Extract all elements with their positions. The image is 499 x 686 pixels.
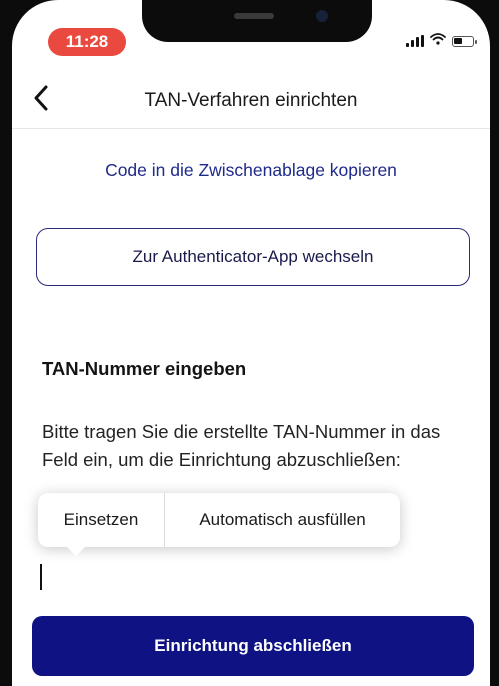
- finish-setup-button[interactable]: Einrichtung abschließen: [32, 616, 474, 676]
- paste-menu-item[interactable]: Einsetzen: [38, 493, 165, 547]
- app-screen: 11:28 TAN-Verfahren einrichten Code in d…: [12, 0, 490, 686]
- edit-context-menu: Einsetzen Automatisch ausfüllen: [38, 493, 400, 556]
- front-camera: [316, 10, 328, 22]
- text-cursor: [40, 564, 42, 590]
- phone-frame: 11:28 TAN-Verfahren einrichten Code in d…: [0, 0, 499, 686]
- tan-input-field[interactable]: [36, 556, 470, 600]
- navigation-bar: TAN-Verfahren einrichten: [12, 72, 490, 129]
- battery-icon: [452, 35, 477, 47]
- speaker-grille: [234, 13, 274, 19]
- status-icons: [406, 32, 477, 50]
- device-notch: [142, 0, 372, 42]
- page-title: TAN-Verfahren einrichten: [144, 90, 358, 111]
- wifi-icon: [430, 32, 446, 50]
- autofill-menu-item[interactable]: Automatisch ausfüllen: [165, 493, 400, 547]
- switch-authenticator-button[interactable]: Zur Authenticator-App wechseln: [36, 228, 470, 286]
- instruction-text: Bitte tragen Sie die erstellte TAN-Numme…: [42, 421, 441, 470]
- menu-pointer: [66, 546, 86, 556]
- section-title: TAN-Nummer eingeben: [42, 358, 247, 379]
- copy-code-link[interactable]: Code in die Zwischenablage kopieren: [12, 160, 490, 181]
- signal-icon: [406, 35, 424, 47]
- status-time: 11:28: [48, 28, 126, 56]
